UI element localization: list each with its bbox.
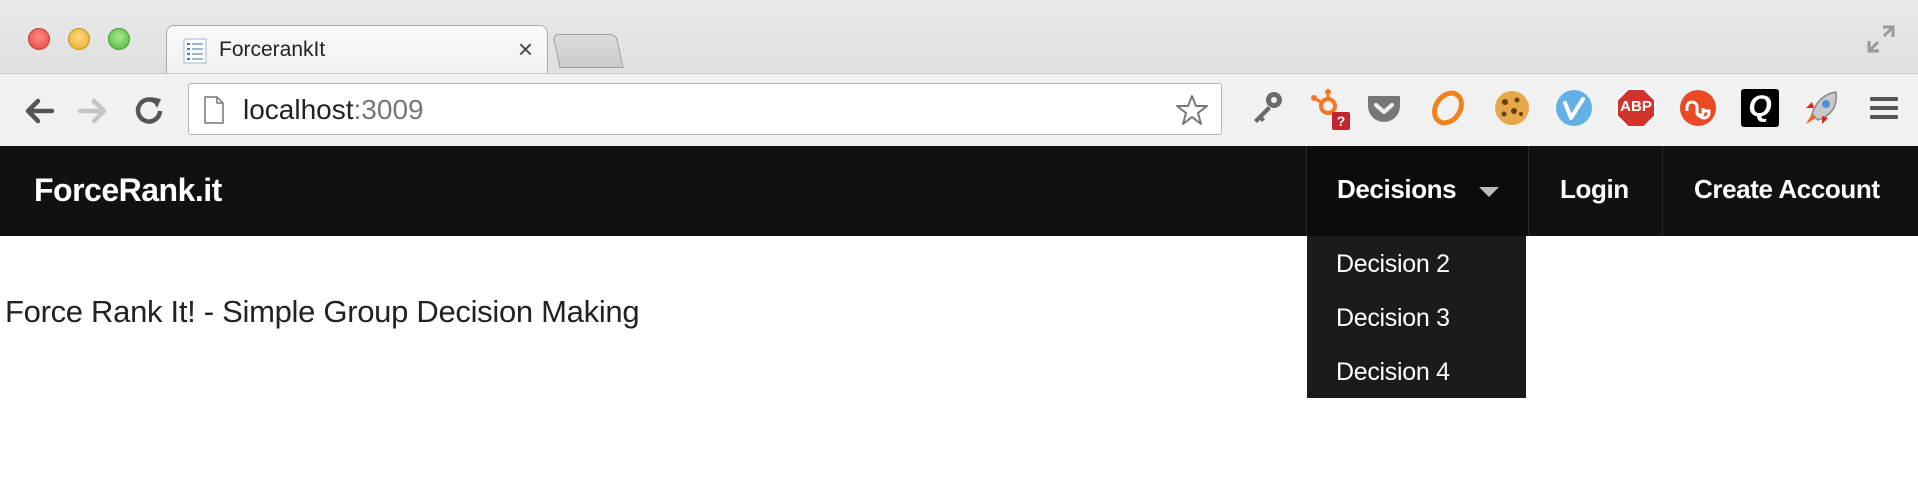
wrench-key-icon[interactable]: [1244, 86, 1288, 130]
site-navbar: ForceRank.it Decisions Login Create Acco…: [0, 146, 1918, 236]
ring-icon[interactable]: [1426, 86, 1470, 130]
new-tab-button[interactable]: [552, 34, 624, 68]
close-window-button[interactable]: [28, 28, 50, 50]
page-headline: Force Rank It! - Simple Group Decision M…: [5, 294, 640, 329]
stumbleupon-icon[interactable]: [1676, 86, 1720, 130]
brand-link[interactable]: ForceRank.it: [34, 172, 222, 209]
login-link[interactable]: Login: [1528, 146, 1663, 236]
adblock-plus-icon[interactable]: ABP: [1614, 86, 1658, 130]
document-list-icon: [183, 38, 207, 64]
minimize-window-button[interactable]: [68, 28, 90, 50]
q-icon[interactable]: Q: [1738, 86, 1782, 130]
address-bar[interactable]: localhost:3009: [188, 83, 1222, 135]
bookmark-star-icon[interactable]: [1175, 93, 1209, 127]
decisions-dropdown-menu: Decision 2 Decision 3 Decision 4: [1307, 236, 1526, 398]
reload-icon[interactable]: [132, 94, 168, 128]
forward-arrow-icon[interactable]: [74, 94, 110, 128]
pocket-icon[interactable]: [1362, 86, 1406, 130]
back-arrow-icon[interactable]: [22, 94, 58, 128]
decisions-label: Decisions: [1337, 174, 1457, 204]
hubspot-badge: ?: [1332, 112, 1350, 130]
vimeo-icon[interactable]: [1552, 86, 1596, 130]
login-label: Login: [1560, 174, 1629, 204]
dropdown-item-decision-4[interactable]: Decision 4: [1336, 358, 1450, 387]
url-port: :3009: [353, 94, 424, 125]
fullscreen-icon[interactable]: [1866, 24, 1896, 54]
close-tab-icon[interactable]: ×: [518, 34, 533, 65]
cookie-icon[interactable]: [1490, 86, 1534, 130]
abp-label: ABP: [1620, 98, 1652, 115]
browser-toolbar: localhost:3009 ? ABP Q: [0, 73, 1918, 146]
page-icon: [204, 96, 224, 124]
browser-tab[interactable]: ForcerankIt ×: [166, 25, 548, 74]
hubspot-icon[interactable]: ?: [1306, 86, 1350, 130]
create-account-label: Create Account: [1694, 174, 1880, 204]
menu-icon[interactable]: [1862, 86, 1906, 130]
tab-title: ForcerankIt: [219, 38, 326, 61]
decisions-dropdown-toggle[interactable]: Decisions: [1306, 146, 1529, 236]
zoom-window-button[interactable]: [108, 28, 130, 50]
browser-window-chrome: ForcerankIt × localhost:3009 ? ABP Q: [0, 0, 1918, 147]
rocket-icon[interactable]: [1800, 86, 1844, 130]
caret-down-icon: [1479, 187, 1499, 197]
dropdown-item-decision-3[interactable]: Decision 3: [1336, 304, 1450, 333]
url-host: localhost: [243, 94, 354, 125]
url-text: localhost:3009: [243, 94, 424, 126]
create-account-link[interactable]: Create Account: [1662, 146, 1918, 236]
q-label: Q: [1748, 90, 1772, 123]
dropdown-item-decision-2[interactable]: Decision 2: [1336, 250, 1450, 279]
